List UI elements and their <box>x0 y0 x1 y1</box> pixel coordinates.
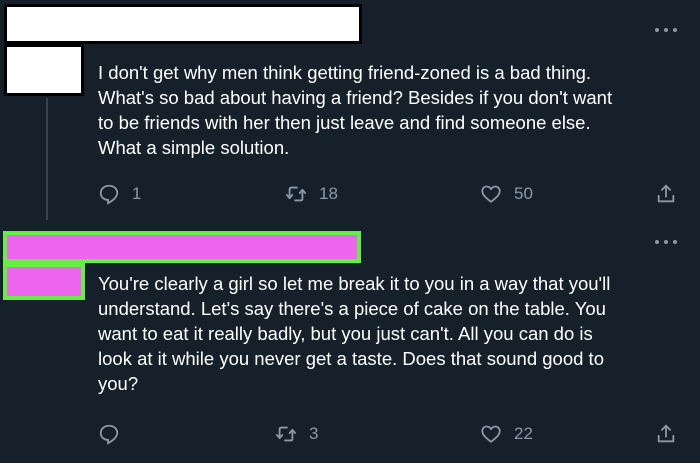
redacted-avatar <box>3 263 85 300</box>
retweet-icon <box>285 186 307 202</box>
heart-icon <box>481 425 501 443</box>
like-count: 22 <box>514 424 533 443</box>
more-options-icon[interactable] <box>655 27 677 33</box>
thread-line <box>46 98 48 220</box>
retweet-icon <box>275 426 297 442</box>
share-button[interactable] <box>655 183 677 205</box>
share-icon <box>657 424 675 443</box>
reply-button[interactable]: 1 <box>98 183 141 205</box>
tweet-text: I don't get why men think getting friend… <box>98 62 613 158</box>
reply-icon <box>99 424 119 445</box>
heart-icon <box>481 185 501 203</box>
retweet-button[interactable]: 18 <box>285 183 338 205</box>
share-button[interactable] <box>655 423 677 445</box>
retweet-count: 18 <box>319 184 338 203</box>
redacted-avatar <box>4 44 84 96</box>
like-count: 50 <box>514 184 533 203</box>
retweet-count: 3 <box>309 424 319 443</box>
redacted-username <box>3 231 361 263</box>
reply-count: 1 <box>132 184 142 203</box>
reply-icon <box>99 184 119 205</box>
more-options-icon[interactable] <box>655 239 677 245</box>
tweet-text: You're clearly a girl so let me break it… <box>98 273 611 394</box>
share-icon <box>657 184 675 203</box>
like-button[interactable]: 50 <box>480 183 533 205</box>
reply-button[interactable] <box>98 423 120 445</box>
redacted-username <box>4 4 362 44</box>
retweet-button[interactable]: 3 <box>275 423 318 445</box>
like-button[interactable]: 22 <box>480 423 533 445</box>
